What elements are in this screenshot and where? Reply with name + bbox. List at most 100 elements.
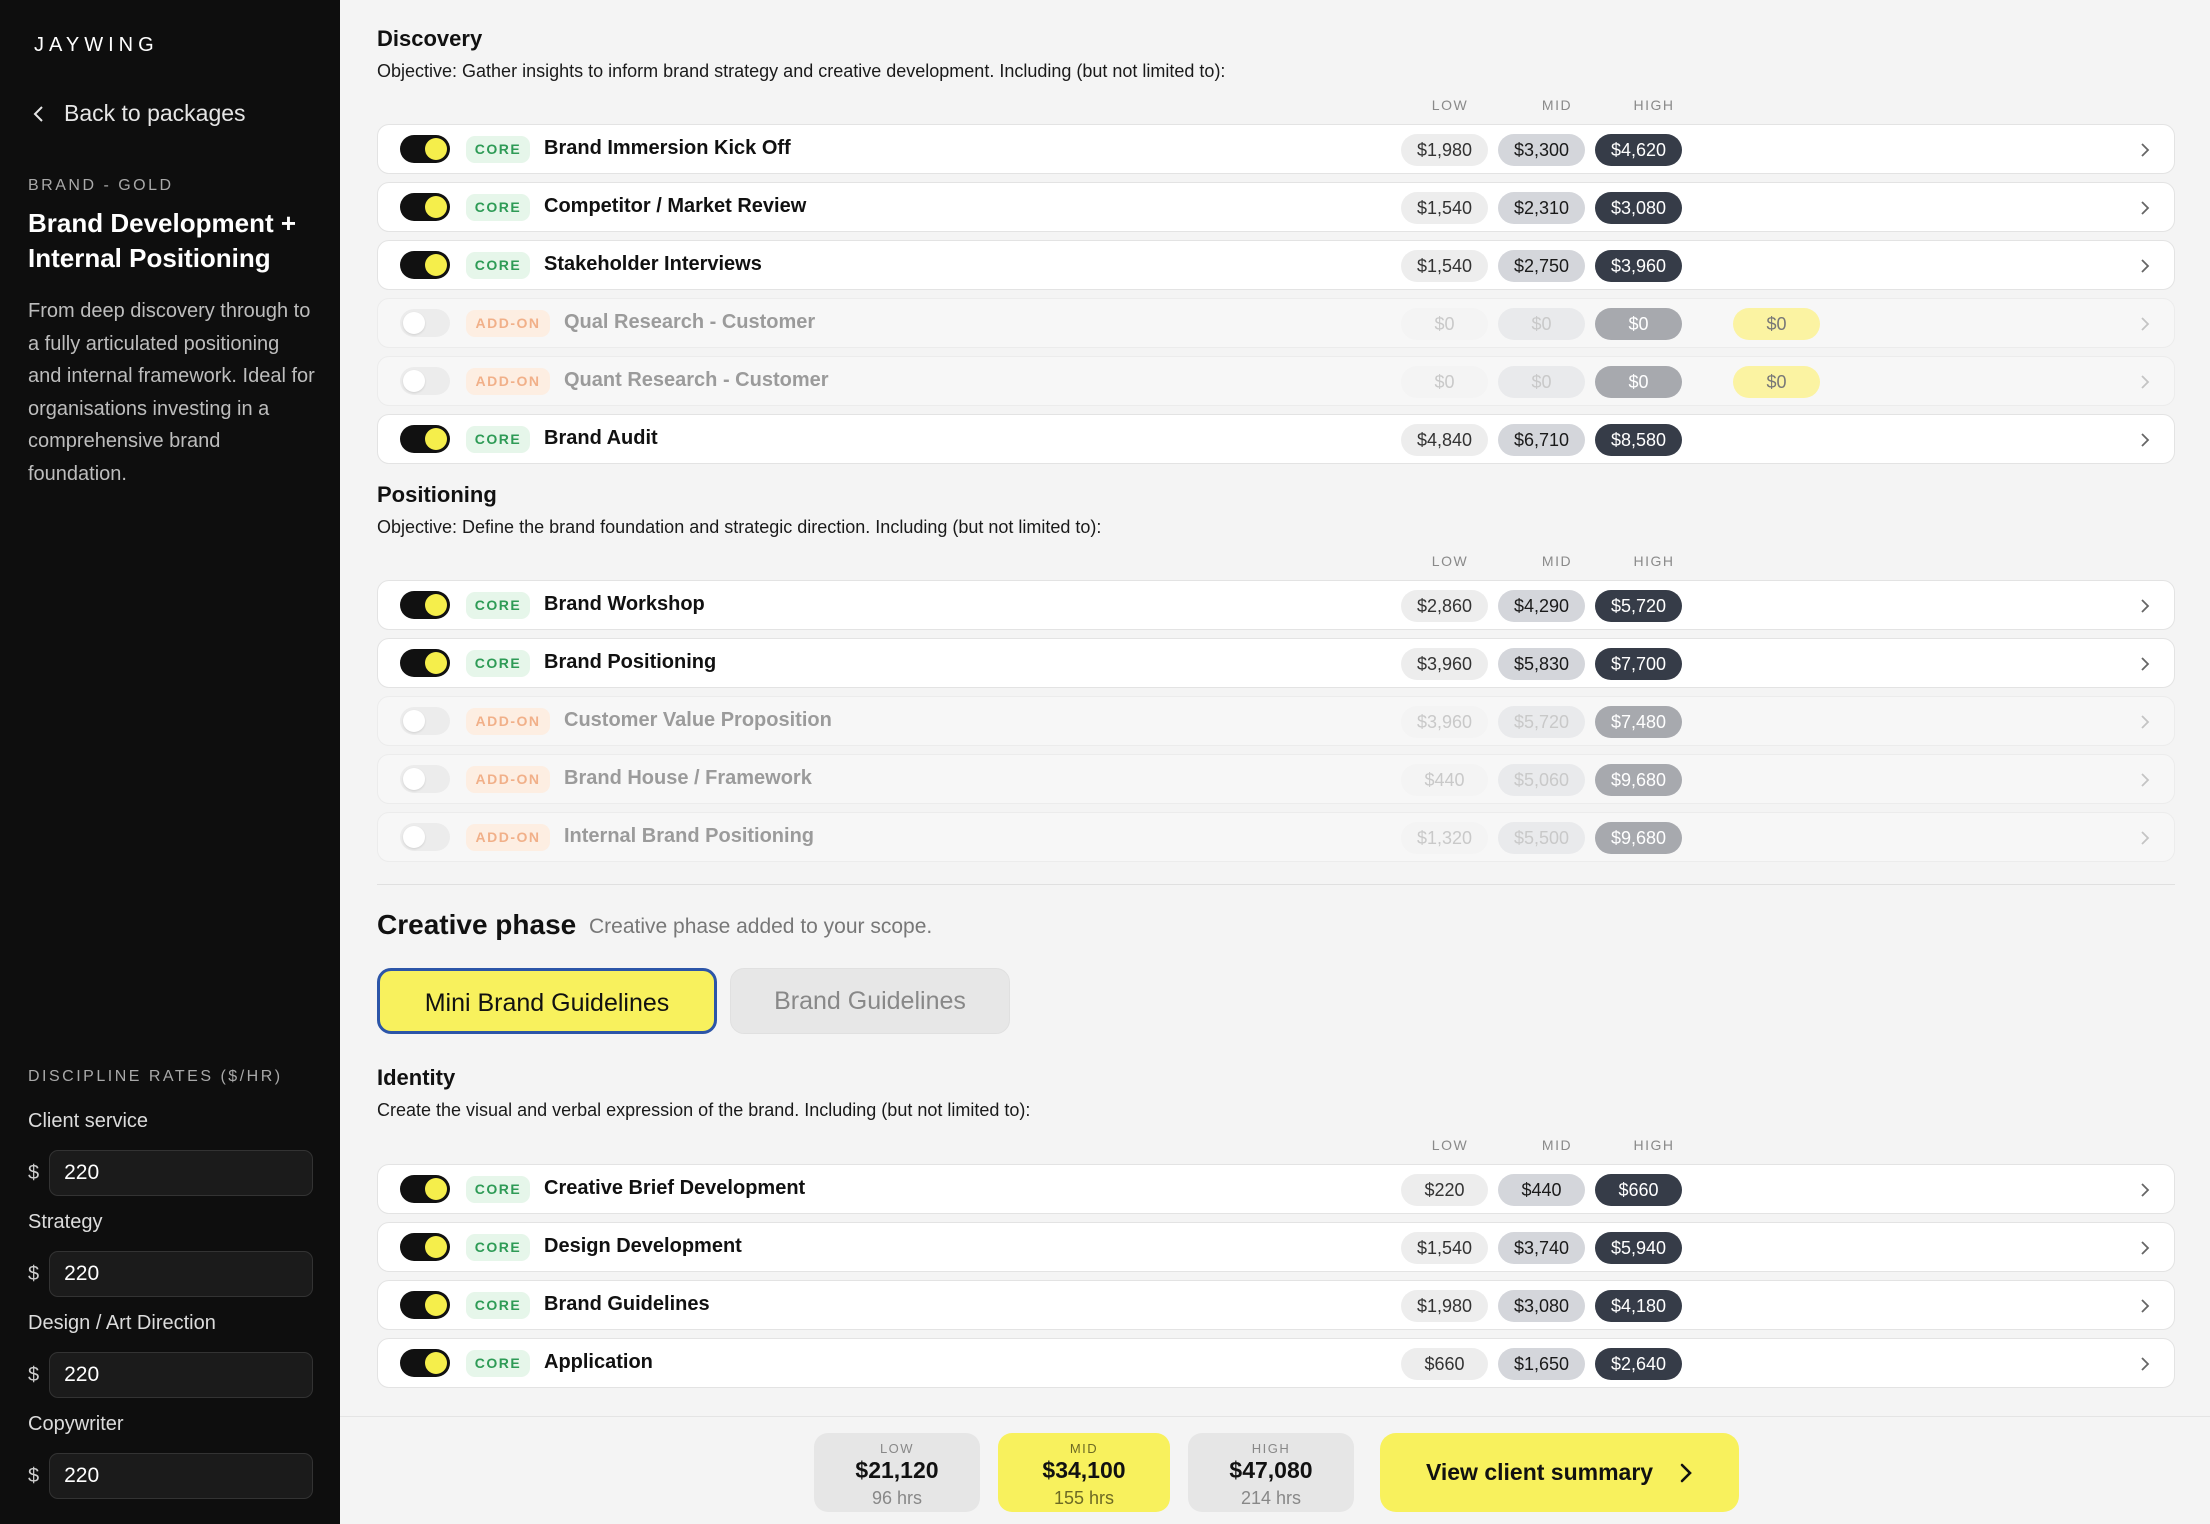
toggle-knob: [403, 710, 425, 732]
line-item-toggle[interactable]: [400, 193, 450, 221]
creative-phase-subtitle: Creative phase added to your scope.: [589, 915, 933, 938]
chevron-right-icon: [1680, 1463, 1692, 1482]
toggle-knob: [403, 370, 425, 392]
line-item-row[interactable]: ADD-ON Qual Research - Customer $0 $0 $0 $0: [377, 298, 2175, 348]
design-rate-input[interactable]: [49, 1352, 314, 1398]
total-mid-amount: $34,100: [1042, 1457, 1126, 1483]
line-item-row[interactable]: ADD-ON Quant Research - Customer $0 $0 $0 $0: [377, 356, 2175, 406]
high-price-pill: $7,480: [1595, 706, 1682, 738]
high-price-pill: $9,680: [1595, 822, 1682, 854]
column-headers: LOW MID HIGH: [340, 97, 2210, 117]
line-item-name: Brand Guidelines: [544, 1293, 710, 1315]
high-price-pill: $5,940: [1595, 1232, 1682, 1264]
line-item-name: Brand Audit: [544, 427, 658, 449]
line-item-row[interactable]: CORE Brand Audit $4,840 $6,710 $8,580: [377, 414, 2175, 464]
cta-label: View client summary: [1425, 1459, 1654, 1485]
client-service-rate-input[interactable]: [49, 1150, 314, 1196]
brand-guidelines-option[interactable]: Brand Guidelines: [730, 968, 1010, 1034]
main-content: Discovery Objective: Gather insights to …: [340, 0, 2210, 1416]
low-price-pill: $3,960: [1401, 706, 1488, 738]
line-item-row[interactable]: CORE Brand Immersion Kick Off $1,980 $3,300…: [377, 124, 2175, 174]
line-item-row[interactable]: CORE Application $660 $1,650 $2,640: [377, 1338, 2175, 1388]
line-item-toggle[interactable]: [400, 1175, 450, 1203]
creative-phase-title: Creative phase: [377, 909, 577, 940]
column-header-mid: MID: [1541, 553, 1573, 569]
chevron-right-icon: [2141, 1299, 2150, 1313]
add-on-badge: ADD-ON: [466, 310, 550, 337]
total-mid-hours: 155 hrs: [1053, 1488, 1115, 1508]
line-item-toggle[interactable]: [400, 707, 450, 735]
column-headers: LOW MID HIGH: [340, 553, 2210, 573]
add-on-badge: ADD-ON: [466, 368, 550, 395]
total-low-label: LOW: [879, 1441, 915, 1456]
line-item-toggle[interactable]: [400, 823, 450, 851]
line-item-toggle[interactable]: [400, 765, 450, 793]
add-on-badge: ADD-ON: [466, 708, 550, 735]
line-item-name: Creative Brief Development: [544, 1177, 806, 1199]
rate-label: Design / Art Direction: [28, 1312, 216, 1334]
low-price-pill: $1,540: [1401, 1232, 1488, 1264]
strategy-rate-input[interactable]: [49, 1251, 314, 1297]
mini-brand-guidelines-option[interactable]: Mini Brand Guidelines: [377, 968, 717, 1034]
chevron-right-icon: [2141, 773, 2150, 787]
line-item-name: Design Development: [544, 1235, 742, 1257]
currency-symbol: $: [28, 1363, 40, 1386]
line-item-row[interactable]: CORE Competitor / Market Review $1,540 $2,3…: [377, 182, 2175, 232]
line-item-row[interactable]: CORE Stakeholder Interviews $1,540 $2,750 $3…: [377, 240, 2175, 290]
toggle-knob: [425, 1236, 447, 1258]
line-item-toggle[interactable]: [400, 649, 450, 677]
mid-price-pill: $5,720: [1498, 706, 1585, 738]
mid-price-pill: $0: [1498, 366, 1585, 398]
mid-price-pill: $0: [1498, 308, 1585, 340]
package-title: Brand Development + Internal Positioning: [28, 208, 297, 273]
rate-client-service: Client service $: [28, 1110, 314, 1196]
line-item-toggle[interactable]: [400, 135, 450, 163]
toggle-knob: [425, 1178, 447, 1200]
mid-price-pill: $2,310: [1498, 192, 1585, 224]
mid-price-pill: $6,710: [1498, 424, 1585, 456]
line-item-name: Qual Research - Customer: [564, 311, 816, 333]
chevron-right-icon: [2141, 831, 2150, 845]
total-low: LOW $21,120 96 hrs: [814, 1433, 980, 1512]
line-item-toggle[interactable]: [400, 591, 450, 619]
chevron-right-icon: [2141, 657, 2150, 671]
line-item-row[interactable]: ADD-ON Internal Brand Positioning $1,320 $5…: [377, 812, 2175, 862]
high-price-pill: $4,180: [1595, 1290, 1682, 1322]
core-badge: CORE: [466, 1292, 530, 1319]
add-on-badge: ADD-ON: [466, 824, 550, 851]
core-badge: CORE: [466, 426, 530, 453]
extra-price-pill: $0: [1733, 366, 1820, 398]
line-item-row[interactable]: CORE Brand Workshop $2,860 $4,290 $5,720: [377, 580, 2175, 630]
mid-price-pill: $2,750: [1498, 250, 1585, 282]
section-objective-discovery: Objective: Gather insights to inform bra…: [377, 61, 1226, 81]
discipline-rates-heading: DISCIPLINE RATES ($/HR): [28, 1068, 283, 1085]
line-item-row[interactable]: ADD-ON Brand House / Framework $440 $5,060 $…: [377, 754, 2175, 804]
total-high-label: HIGH: [1251, 1441, 1291, 1456]
line-item-toggle[interactable]: [400, 1349, 450, 1377]
line-item-toggle[interactable]: [400, 1233, 450, 1261]
line-item-toggle[interactable]: [400, 309, 450, 337]
line-item-toggle[interactable]: [400, 1291, 450, 1319]
line-item-row[interactable]: CORE Brand Positioning $3,960 $5,830 $7,700: [377, 638, 2175, 688]
totals-footer: LOW $21,120 96 hrs MID $34,100 155 hrs H…: [340, 1416, 2210, 1524]
line-item-row[interactable]: ADD-ON Customer Value Proposition $3,960 $5…: [377, 696, 2175, 746]
line-item-toggle[interactable]: [400, 425, 450, 453]
high-price-pill: $660: [1595, 1174, 1682, 1206]
core-badge: CORE: [466, 194, 530, 221]
copywriter-rate-input[interactable]: [49, 1453, 314, 1499]
back-label: Back to packages: [64, 100, 246, 126]
back-to-packages-link[interactable]: Back to packages: [32, 100, 246, 127]
high-price-pill: $9,680: [1595, 764, 1682, 796]
view-client-summary-button[interactable]: View client summary: [1380, 1433, 1739, 1512]
high-price-pill: $4,620: [1595, 134, 1682, 166]
low-price-pill: $0: [1401, 366, 1488, 398]
mid-price-pill: $3,740: [1498, 1232, 1585, 1264]
mid-price-pill: $1,650: [1498, 1348, 1585, 1380]
line-item-row[interactable]: CORE Brand Guidelines $1,980 $3,080 $4,180: [377, 1280, 2175, 1330]
section-title-discovery: Discovery: [377, 26, 483, 51]
line-item-toggle[interactable]: [400, 251, 450, 279]
low-price-pill: $220: [1401, 1174, 1488, 1206]
line-item-row[interactable]: CORE Creative Brief Development $220 $440 $6…: [377, 1164, 2175, 1214]
line-item-row[interactable]: CORE Design Development $1,540 $3,740 $5,940: [377, 1222, 2175, 1272]
line-item-toggle[interactable]: [400, 367, 450, 395]
